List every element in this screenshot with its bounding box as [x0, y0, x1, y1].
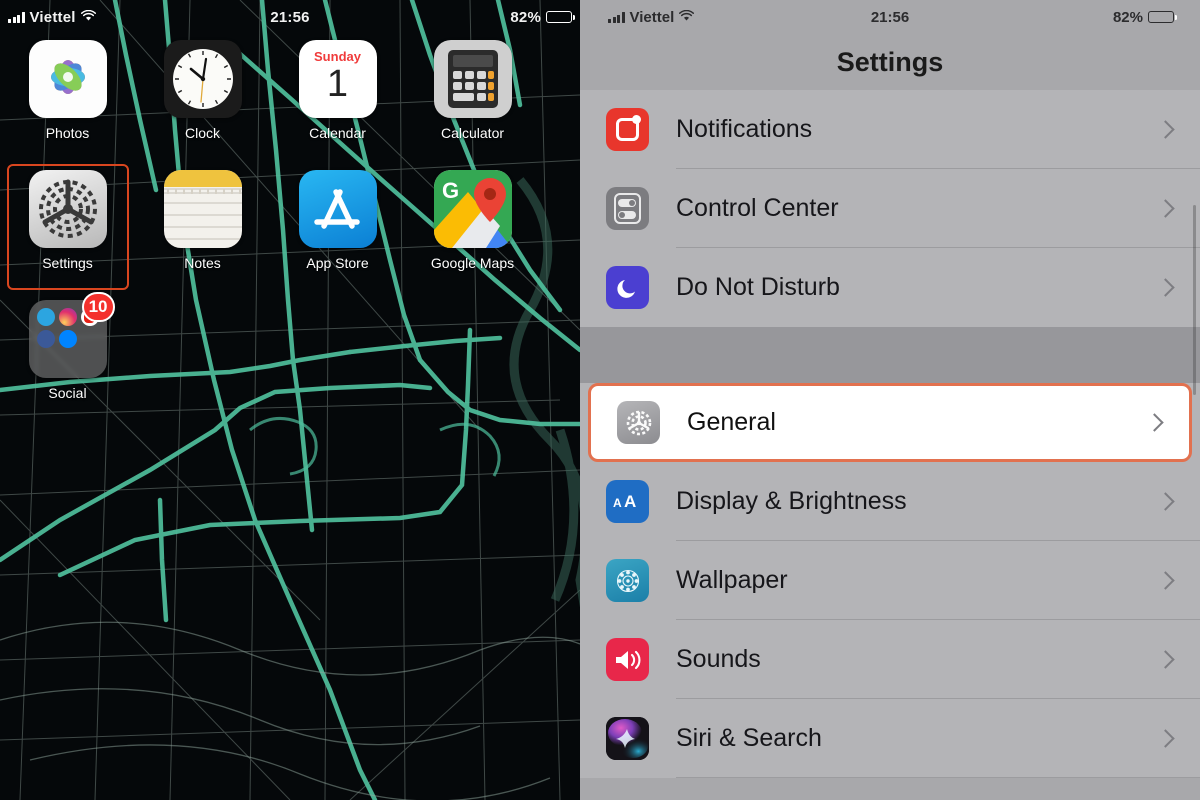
settings-group-2: General A A Display & Brightness Wallpap…: [580, 383, 1200, 778]
chevron-right-icon: [1145, 413, 1164, 432]
settings-icon: [28, 170, 107, 248]
app-row-3: 10 Social: [0, 292, 580, 430]
settings-status-bar: Viettel 21:56 82%: [580, 0, 1200, 34]
app-row-2: Settings Notes App Store G Google Maps: [0, 164, 580, 300]
settings-row-control-center[interactable]: Control Center: [580, 169, 1200, 248]
app-google-maps[interactable]: G Google Maps: [405, 170, 540, 300]
chevron-right-icon: [1156, 492, 1175, 511]
photos-icon: [28, 40, 107, 118]
mini-messenger-icon: [58, 330, 77, 348]
app-calendar[interactable]: Sunday 1 Calendar: [270, 40, 405, 170]
chevron-right-icon: [1156, 120, 1175, 139]
settings-row-label: General: [687, 408, 776, 436]
app-label: Calculator: [440, 125, 505, 141]
settings-row-general[interactable]: General: [588, 383, 1192, 462]
app-app-store[interactable]: App Store: [270, 170, 405, 300]
settings-group-1: Notifications Control Center Do Not Dist…: [580, 90, 1200, 327]
app-label: Social: [48, 385, 87, 401]
google-maps-icon: G: [433, 170, 512, 248]
settings-row-label: Display & Brightness: [676, 487, 907, 515]
control-center-icon: [606, 187, 649, 230]
mini-instagram-icon: [58, 308, 77, 326]
settings-row-label: Do Not Disturb: [676, 273, 840, 301]
svg-text:G: G: [442, 178, 459, 203]
app-label: Settings: [42, 255, 93, 271]
settings-section-gap: [580, 327, 1200, 383]
app-clock[interactable]: Clock: [135, 40, 270, 170]
calculator-icon: [433, 40, 512, 118]
app-notes[interactable]: Notes: [135, 170, 270, 300]
settings-app-pane: Viettel 21:56 82% Settings Notifications: [580, 0, 1200, 800]
settings-row-label: Siri & Search: [676, 724, 822, 752]
settings-row-wallpaper[interactable]: Wallpaper: [580, 541, 1200, 620]
do-not-disturb-icon: [606, 266, 649, 309]
social-folder-badge: 10: [81, 292, 115, 322]
display-brightness-icon: A A: [606, 480, 649, 523]
settings-row-label: Control Center: [676, 194, 839, 222]
chevron-right-icon: [1156, 278, 1175, 297]
home-status-bar: Viettel 21:56 82%: [0, 0, 580, 34]
mini-telegram-icon: [36, 308, 55, 326]
clock-icon: [163, 40, 242, 118]
settings-scrollbar[interactable]: [1193, 205, 1196, 395]
iphone-home-screen: Viettel 21:56 82% Photos Clock Sunday 1 …: [0, 0, 580, 800]
status-right-group: 82%: [510, 8, 575, 26]
chevron-right-icon: [1156, 199, 1175, 218]
settings-row-label: Sounds: [676, 645, 761, 673]
battery-icon: [1148, 11, 1177, 23]
status-right-group: 82%: [1112, 8, 1177, 26]
app-calculator[interactable]: Calculator: [405, 40, 540, 170]
app-label: Calendar: [309, 125, 366, 141]
app-icon-grid: Photos Clock Sunday 1 Calendar Calculato…: [0, 40, 580, 430]
settings-row-siri-search[interactable]: Siri & Search: [580, 699, 1200, 778]
settings-row-sounds[interactable]: Sounds: [580, 620, 1200, 699]
calendar-icon: Sunday 1: [298, 40, 377, 118]
calendar-weekday: Sunday: [314, 49, 361, 64]
notes-icon: [163, 170, 242, 248]
app-label: App Store: [306, 255, 369, 271]
battery-icon: [546, 11, 575, 23]
chevron-right-icon: [1156, 650, 1175, 669]
chevron-right-icon: [1156, 729, 1175, 748]
wallpaper-icon: [606, 559, 649, 602]
app-label: Google Maps: [430, 255, 515, 271]
settings-row-do-not-disturb[interactable]: Do Not Disturb: [580, 248, 1200, 327]
battery-percent-label: 82%: [510, 8, 541, 26]
settings-list: Notifications Control Center Do Not Dist…: [580, 90, 1200, 778]
svg-text:A: A: [613, 496, 622, 510]
clock-label: 21:56: [870, 8, 910, 26]
settings-row-label: Notifications: [676, 115, 813, 143]
app-label: Clock: [184, 125, 220, 141]
clock-label: 21:56: [270, 8, 310, 26]
notifications-icon: [606, 108, 649, 151]
mini-facebook-icon: [36, 330, 55, 348]
settings-row-display-brightness[interactable]: A A Display & Brightness: [580, 462, 1200, 541]
settings-row-label: Wallpaper: [676, 566, 788, 594]
chevron-right-icon: [1156, 571, 1175, 590]
app-photos[interactable]: Photos: [0, 40, 135, 170]
sounds-icon: [606, 638, 649, 681]
app-store-icon: [298, 170, 377, 248]
calendar-day: 1: [326, 63, 349, 105]
battery-percent-label: 82%: [1112, 8, 1143, 26]
app-social-folder[interactable]: 10 Social: [0, 292, 135, 430]
siri-search-icon: [606, 717, 649, 760]
app-row-1: Photos Clock Sunday 1 Calendar Calculato…: [0, 40, 580, 170]
app-settings[interactable]: Settings: [0, 164, 135, 300]
app-label: Notes: [184, 255, 221, 271]
svg-text:A: A: [624, 492, 636, 511]
general-gear-icon: [617, 401, 660, 444]
page-title: Settings: [580, 34, 1200, 90]
app-label: Photos: [45, 125, 90, 141]
settings-row-notifications[interactable]: Notifications: [580, 90, 1200, 169]
